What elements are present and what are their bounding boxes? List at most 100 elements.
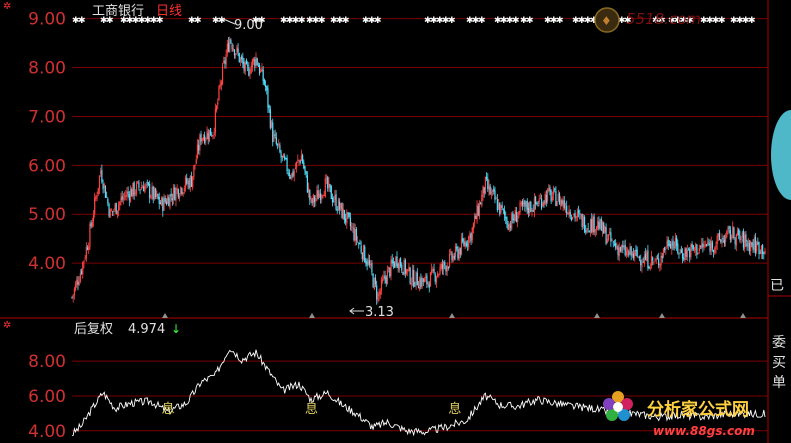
candle-body [180, 186, 182, 194]
period-label[interactable]: 日线 [156, 4, 182, 19]
candle-body [401, 264, 403, 271]
candle-body [373, 277, 375, 289]
candle-body [421, 277, 423, 288]
candle-body [202, 137, 205, 140]
candle-body [444, 261, 446, 266]
candle-body [270, 121, 273, 128]
candle-body [329, 184, 331, 187]
candle-body [275, 137, 277, 145]
candle-body [635, 249, 637, 251]
candle-body [312, 194, 314, 204]
candle-body [223, 61, 225, 63]
candle-body [195, 159, 197, 164]
candle-body [107, 198, 109, 204]
candle-body [662, 249, 665, 257]
event-dot-icon: ✱ [718, 16, 726, 26]
candle-body [262, 69, 264, 82]
candle-body [431, 269, 433, 273]
candle-body [175, 188, 177, 201]
candle-body [219, 84, 221, 88]
candle-body [194, 164, 196, 166]
candle-body [660, 256, 662, 266]
candle-body [385, 277, 387, 283]
candle-body [164, 198, 166, 202]
candle-body [196, 144, 199, 159]
candle-body [386, 269, 389, 285]
candle-body [425, 276, 427, 278]
sub-menu-gear-icon[interactable]: ✲ [3, 320, 11, 331]
candle-body [709, 242, 711, 252]
candle-body [274, 134, 276, 137]
candle-body [457, 248, 459, 259]
sub-axis-labels: 8.00 6.00 4.00 [28, 352, 66, 442]
candle-body [244, 61, 246, 72]
candle-body [204, 135, 206, 144]
candle-body [729, 229, 731, 240]
candle-body [478, 202, 481, 217]
sub-y-tick-label: 6.00 [28, 387, 66, 407]
candle-body [212, 135, 214, 137]
menu-gear-icon[interactable]: ✲ [3, 1, 11, 12]
candle-body [679, 249, 681, 252]
candle-body [348, 212, 350, 217]
candle-body [564, 207, 567, 209]
candle-body [545, 194, 547, 203]
candle-body [636, 249, 638, 257]
candle-body [272, 122, 274, 143]
candle-body [690, 244, 692, 257]
candle-body [426, 275, 428, 285]
candle-body [615, 243, 617, 248]
candle-body [544, 194, 546, 205]
candle-body [656, 258, 659, 260]
event-dot-icon: ✱ [298, 16, 306, 26]
candle-body [394, 262, 396, 268]
candle-body [717, 233, 720, 237]
candle-body [110, 210, 113, 212]
candle-body [509, 225, 512, 228]
stock-name: 工商银行 [92, 4, 144, 19]
candle-body [166, 197, 169, 204]
event-dot-icon: ✱ [194, 16, 202, 26]
down-arrow-icon: ↓ [171, 322, 181, 336]
candle-body [255, 56, 257, 67]
candle-body [299, 160, 301, 163]
candle-body [647, 250, 649, 268]
candle-body [488, 185, 490, 191]
brand-url: www.88gs.com [653, 424, 755, 438]
candle-body [511, 213, 513, 230]
candle-body [546, 189, 549, 202]
candle-body [100, 170, 102, 175]
candle-body [558, 193, 561, 205]
candle-body [169, 194, 171, 208]
candle-body [224, 60, 226, 64]
candle-body [353, 227, 355, 241]
candle-body [480, 203, 482, 205]
candle-body [218, 86, 220, 101]
candle-body [356, 241, 359, 242]
candle-body [189, 176, 191, 188]
candle-body [76, 279, 78, 285]
candle-body [631, 251, 633, 257]
candle-body [376, 285, 378, 300]
candle-body [496, 199, 498, 211]
candle-body [612, 241, 614, 243]
candle-body [462, 237, 464, 242]
candle-body [129, 189, 132, 202]
event-dot-icon: ✱ [512, 16, 520, 26]
candle-body [315, 198, 317, 201]
candle-body [644, 253, 647, 261]
candle-body [456, 246, 458, 249]
candle-body [186, 178, 188, 184]
candle-body [103, 183, 105, 188]
candle-body [573, 214, 575, 216]
main-y-tick-label: 7.00 [28, 107, 66, 127]
candle-body [714, 247, 716, 254]
candle-body [735, 234, 737, 246]
candle-body [723, 240, 725, 244]
candle-body [337, 199, 340, 211]
candle-body [285, 158, 287, 159]
candle-body [722, 238, 724, 240]
candle-body [294, 168, 297, 169]
candle-body [126, 191, 128, 197]
right-label-3: 买 [772, 355, 786, 371]
